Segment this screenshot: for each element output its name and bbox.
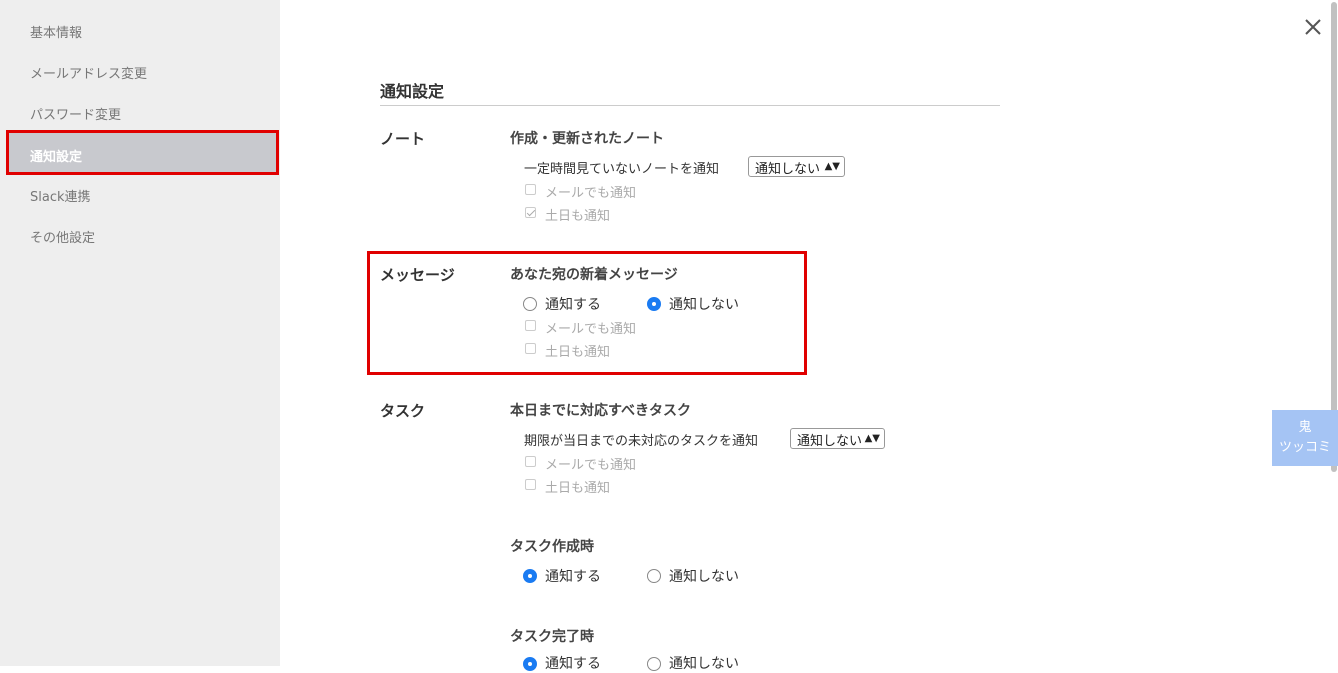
- select-arrow-icon: ▲▼: [864, 433, 880, 444]
- message-notify-off-label: 通知しない: [669, 297, 739, 313]
- note-notify-select[interactable]: 通知しない ▲▼: [748, 156, 845, 177]
- message-subtitle: あなた宛の新着メッセージ: [510, 267, 678, 283]
- task-weekend-checkbox[interactable]: [525, 479, 536, 490]
- task-created-on-label: 通知する: [545, 569, 601, 585]
- section-label-message: メッセージ: [380, 266, 455, 284]
- task-subtitle: 本日までに対応すべきタスク: [510, 403, 692, 419]
- message-notify-off-radio[interactable]: [647, 297, 661, 311]
- select-arrow-icon: ▲▼: [824, 161, 840, 172]
- section-label-note: ノート: [380, 130, 426, 148]
- task-email-checkbox[interactable]: [525, 456, 536, 467]
- task-created-off-radio[interactable]: [647, 569, 661, 583]
- message-notify-on-label: 通知する: [545, 297, 601, 313]
- task-weekend-label: 土日も通知: [545, 481, 611, 496]
- sidebar-item-label: 通知設定: [30, 150, 83, 165]
- message-weekend-label: 土日も通知: [545, 345, 611, 360]
- task-completed-off-label: 通知しない: [669, 656, 739, 672]
- select-value: 通知しない: [797, 434, 863, 449]
- message-notify-on-radio[interactable]: [523, 297, 537, 311]
- page-title: 通知設定: [380, 82, 445, 101]
- note-weekend-label: 土日も通知: [545, 209, 611, 224]
- close-button[interactable]: [1302, 16, 1324, 38]
- task-email-label: メールでも通知: [545, 458, 637, 473]
- sidebar-item-basic-info[interactable]: 基本情報: [30, 22, 82, 41]
- note-email-label: メールでも通知: [545, 186, 637, 201]
- message-email-checkbox[interactable]: [525, 320, 536, 331]
- oni-tsukkomi-widget[interactable]: 鬼 ツッコミ: [1272, 410, 1338, 466]
- scrollbar-thumb[interactable]: [1331, 2, 1337, 472]
- task-created-on-radio[interactable]: [523, 569, 537, 583]
- task-created-title: タスク作成時: [510, 539, 594, 555]
- sidebar: 基本情報 メールアドレス変更 パスワード変更 通知設定 Slack連携 その他設…: [0, 0, 280, 666]
- widget-line1: 鬼: [1298, 420, 1312, 435]
- task-completed-on-label: 通知する: [545, 656, 601, 672]
- message-email-label: メールでも通知: [545, 322, 637, 337]
- sidebar-item-other-settings[interactable]: その他設定: [30, 227, 95, 246]
- select-value: 通知しない: [755, 162, 821, 177]
- divider: [380, 105, 1000, 106]
- task-completed-on-radio[interactable]: [523, 657, 537, 671]
- note-weekend-checkbox[interactable]: [525, 207, 536, 218]
- section-label-task: タスク: [380, 402, 426, 420]
- task-created-off-label: 通知しない: [669, 569, 739, 585]
- widget-line2: ツッコミ: [1278, 440, 1331, 455]
- sidebar-item-password-change[interactable]: パスワード変更: [30, 104, 121, 123]
- close-icon: [1305, 19, 1321, 35]
- note-email-checkbox[interactable]: [525, 184, 536, 195]
- task-completed-title: タスク完了時: [510, 629, 594, 645]
- sidebar-item-email-change[interactable]: メールアドレス変更: [30, 63, 147, 82]
- task-notify-select[interactable]: 通知しない ▲▼: [790, 428, 885, 449]
- note-row-text: 一定時間見ていないノートを通知: [524, 162, 720, 177]
- sidebar-item-slack[interactable]: Slack連携: [30, 186, 91, 205]
- sidebar-item-notifications[interactable]: 通知設定: [6, 130, 279, 175]
- task-completed-off-radio[interactable]: [647, 657, 661, 671]
- task-row-text: 期限が当日までの未対応のタスクを通知: [524, 434, 759, 449]
- message-weekend-checkbox[interactable]: [525, 343, 536, 354]
- note-subtitle: 作成・更新されたノート: [510, 131, 664, 147]
